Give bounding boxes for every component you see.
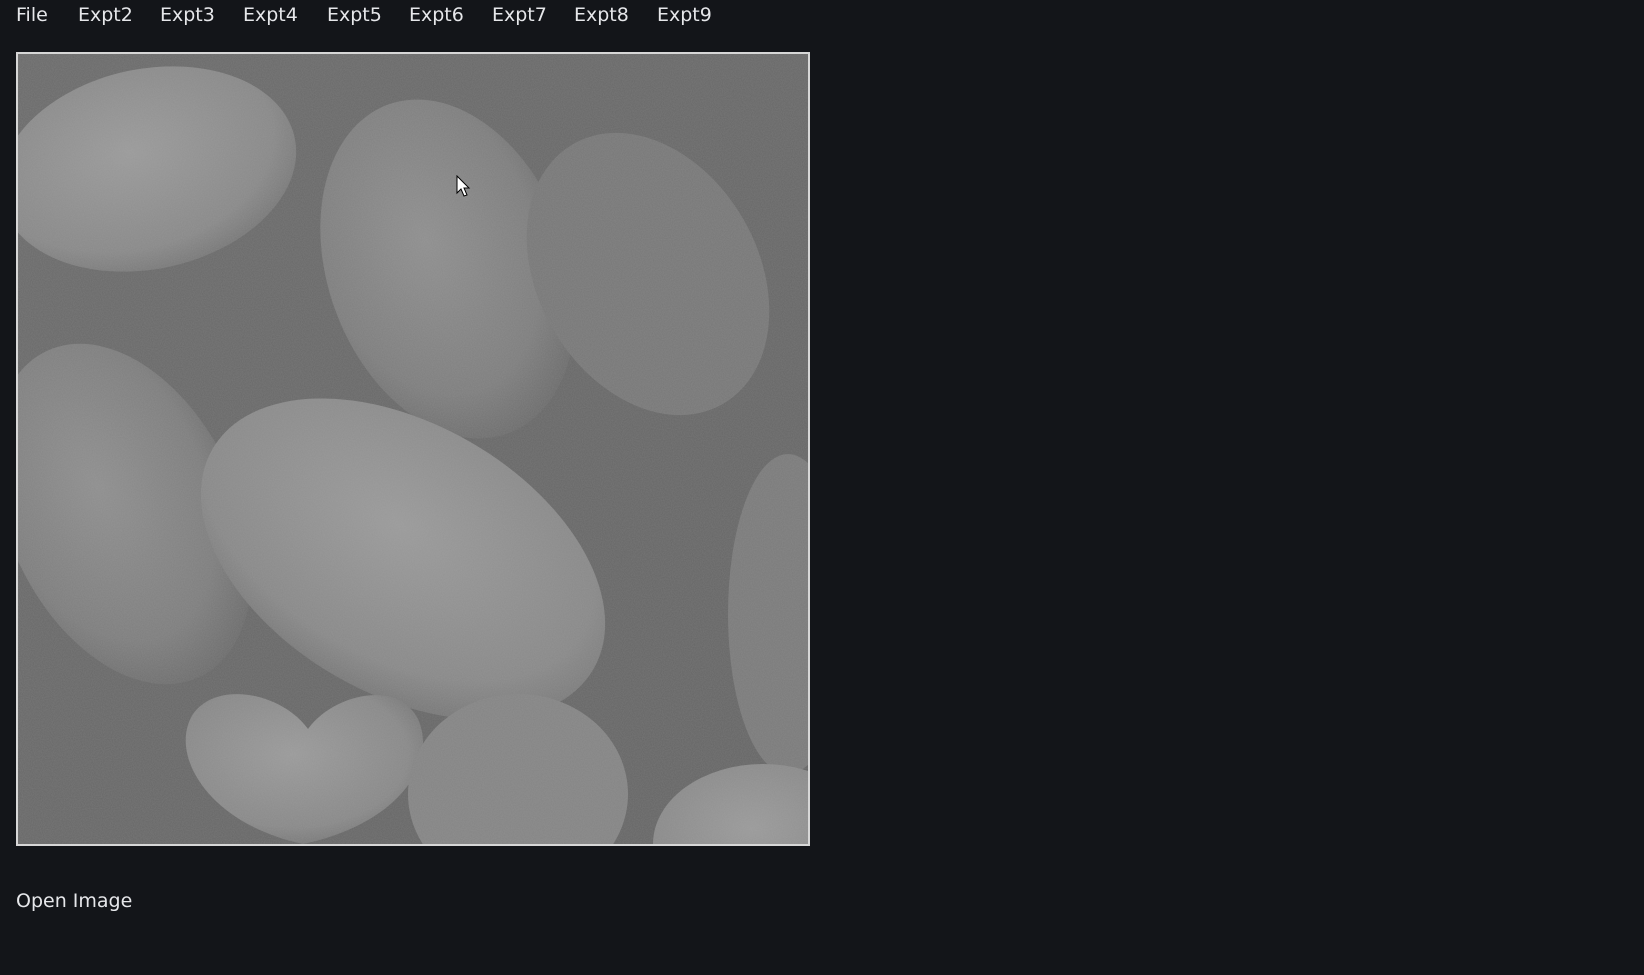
menu-expt8[interactable]: Expt8 (574, 3, 629, 27)
menu-expt7[interactable]: Expt7 (492, 3, 547, 27)
menu-bar: File Expt2 Expt3 Expt4 Expt5 Expt6 Expt7… (0, 0, 1644, 32)
mouse-pointer-icon (456, 175, 471, 197)
menu-expt2[interactable]: Expt2 (78, 3, 133, 27)
menu-expt9[interactable]: Expt9 (657, 3, 712, 27)
open-image-label: Open Image (16, 890, 133, 912)
pills-image (18, 54, 808, 844)
menu-file[interactable]: File (16, 3, 48, 27)
menu-expt3[interactable]: Expt3 (160, 3, 215, 27)
image-view[interactable] (16, 52, 810, 846)
menu-expt5[interactable]: Expt5 (327, 3, 382, 27)
menu-expt6[interactable]: Expt6 (409, 3, 464, 27)
menu-expt4[interactable]: Expt4 (243, 3, 298, 27)
